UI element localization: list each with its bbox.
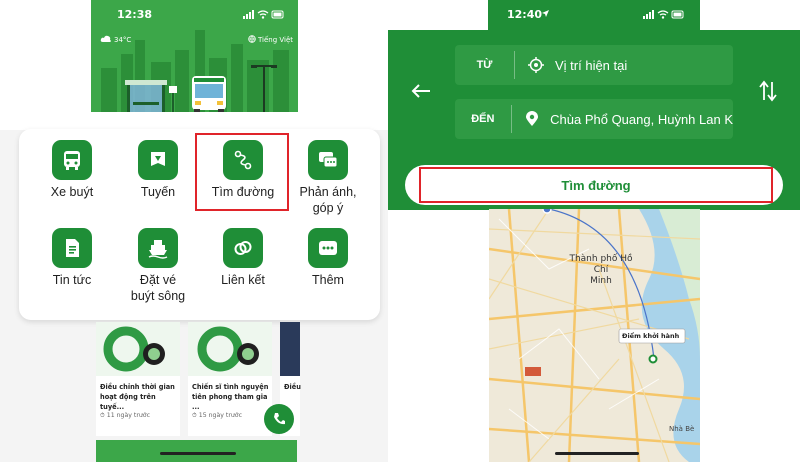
- menu-label: Tuyến: [140, 185, 176, 199]
- bus-illustration: [192, 76, 226, 112]
- map-city-label: Thành phố Hồ Chí Minh: [569, 254, 633, 286]
- chat-icon: [319, 152, 338, 168]
- more-icon: [319, 241, 337, 255]
- map-pin-icon: [525, 111, 538, 126]
- menu-label: Xe buýt: [50, 185, 94, 199]
- status-time: 12:38: [117, 8, 153, 21]
- from-value: Vị trí hiện tại: [555, 57, 628, 73]
- menu-item-news[interactable]: Tin tức: [34, 228, 110, 288]
- home-indicator[interactable]: [555, 452, 639, 455]
- news-title: Điều: [284, 383, 301, 391]
- menu-label: Đặt vé buýt sông: [130, 273, 186, 303]
- menu-item-feedback[interactable]: Phản ánh, góp ý: [290, 140, 366, 216]
- weather-temp: 34°C: [114, 36, 132, 44]
- to-label: ĐẾN: [455, 105, 512, 133]
- crosshair-location-icon: [528, 57, 544, 73]
- menu-item-route[interactable]: Tuyến: [120, 140, 196, 200]
- screenshot-root: 12:38 34°C Tiếng Việt Xe buýt Tuyến Tìm …: [0, 0, 800, 462]
- globe-icon[interactable]: [248, 35, 256, 43]
- menu-label: Phản ánh, góp ý: [299, 185, 357, 215]
- back-arrow-icon[interactable]: [410, 82, 432, 100]
- call-button[interactable]: [264, 404, 294, 434]
- route-flag-icon: [151, 152, 165, 166]
- start-point-label: Điểm khởi hành: [622, 332, 680, 340]
- bus-stop-illustration: [125, 80, 167, 112]
- district-label: Nhà Bè: [669, 425, 695, 433]
- bottom-green-bar: [96, 440, 297, 462]
- cloud-icon: [100, 35, 111, 42]
- status-icons: [643, 10, 684, 19]
- highlight-find-route: [195, 133, 289, 211]
- menu-label: Tin tức: [52, 273, 92, 287]
- swap-icon[interactable]: [759, 80, 777, 102]
- menu-item-boat-ticket[interactable]: Đặt vé buýt sông: [120, 228, 196, 304]
- status-time: 12:40: [507, 8, 543, 21]
- document-icon: [66, 239, 79, 257]
- news-time: ⏱ 11 ngày trước: [100, 412, 150, 419]
- phone-icon: [274, 413, 285, 425]
- route-map[interactable]: Thành phố Hồ Chí Minh Điểm khởi hành Nhà …: [489, 209, 700, 462]
- highway-shield: [525, 367, 541, 376]
- hero-banner: 12:38 34°C Tiếng Việt: [91, 0, 298, 112]
- location-arrow-icon: [542, 10, 549, 17]
- street-lamp: [251, 65, 277, 112]
- from-label: TỪ: [455, 51, 515, 79]
- menu-label: Thêm: [312, 273, 344, 287]
- language-selector[interactable]: Tiếng Việt: [258, 36, 293, 44]
- status-icons: [243, 10, 284, 19]
- news-title: Chiến sĩ tình nguyện tiên phong tham gia…: [192, 383, 269, 411]
- news-thumbnail: [188, 322, 272, 376]
- find-route-button-label[interactable]: Tìm đường: [419, 167, 773, 203]
- news-thumbnail: [280, 322, 300, 376]
- boat-icon: [148, 240, 168, 259]
- sign-post: [169, 86, 177, 112]
- news-time: ⏱ 15 ngày trước: [192, 412, 242, 419]
- menu-item-bus[interactable]: Xe buýt: [34, 140, 110, 200]
- news-title: Điều chỉnh thời gian hoạt động trên tuyế…: [100, 383, 175, 411]
- to-value: Chùa Phổ Quang, Huỳnh Lan K: [550, 111, 733, 127]
- to-field[interactable]: ĐẾN Chùa Phổ Quang, Huỳnh Lan K: [455, 99, 733, 139]
- news-thumbnail: [96, 322, 180, 376]
- home-indicator[interactable]: [160, 452, 236, 455]
- menu-item-more[interactable]: Thêm: [290, 228, 366, 288]
- status-bar: 12:40: [488, 0, 700, 30]
- link-icon: [234, 241, 252, 255]
- menu-item-links[interactable]: Liên kết: [205, 228, 281, 288]
- bus-icon: [64, 151, 80, 170]
- news-card[interactable]: Chiến sĩ tình nguyện tiên phong tham gia…: [188, 322, 272, 436]
- menu-label: Liên kết: [221, 273, 265, 287]
- news-card[interactable]: Điều chỉnh thời gian hoạt động trên tuyế…: [96, 322, 180, 436]
- from-field[interactable]: TỪ Vị trí hiện tại: [455, 45, 733, 85]
